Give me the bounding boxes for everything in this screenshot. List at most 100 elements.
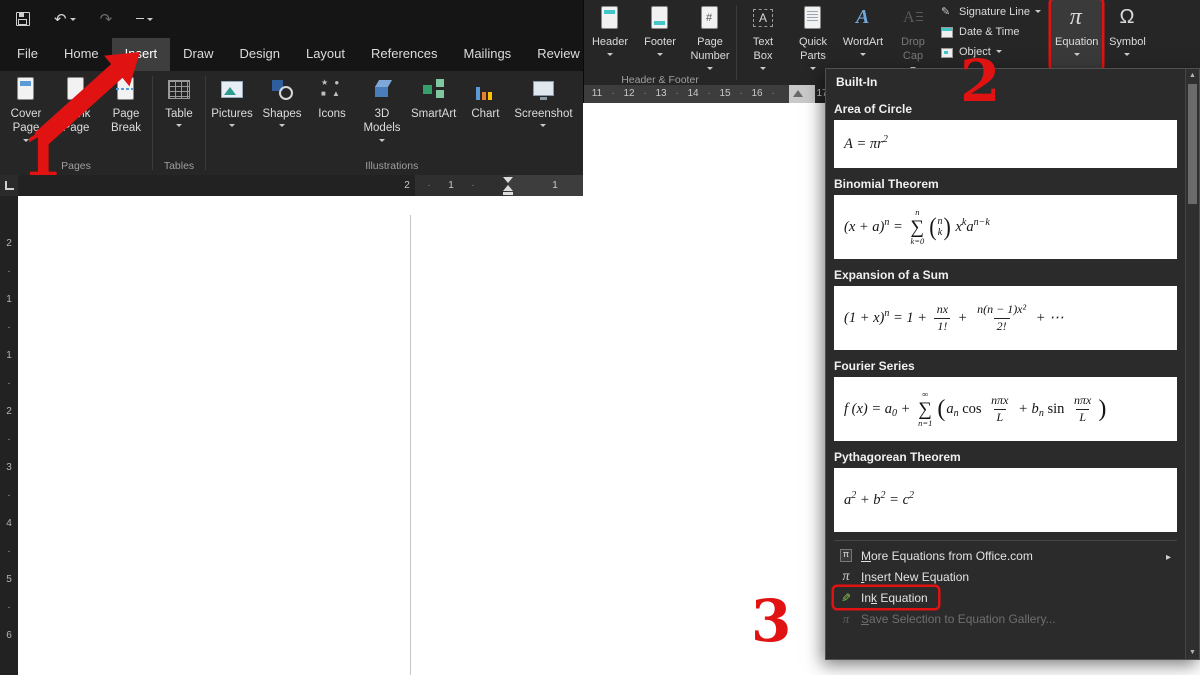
ribbon-group-pages: CoverPageBlankPagePageBreakPages [0, 71, 152, 175]
chart-button[interactable]: Chart [460, 71, 510, 159]
ruler-mark: · [643, 85, 646, 103]
ribbon-group-header-footer: HeaderFooterPageNumberHeader & Footer [584, 0, 736, 85]
equation-item-binomial-theorem[interactable]: (x + a)n = n∑k=0(nk) xkan−k [834, 195, 1177, 259]
pictures-button[interactable]: Pictures [207, 71, 257, 159]
3d-models-button[interactable]: 3DModels [357, 71, 407, 159]
scrollbar-thumb[interactable] [1188, 84, 1197, 204]
chevron-down-icon [1035, 10, 1041, 16]
quick-parts-button[interactable]: QuickParts [788, 0, 838, 73]
chevron-down-icon [70, 18, 76, 24]
chevron-down-icon [860, 53, 866, 59]
smartart-button[interactable]: SmartArt [407, 71, 460, 159]
ruler-vertical[interactable]: 2·1·1·2·3·4·5·6 [0, 196, 18, 675]
equation-item-area-of-circle[interactable]: A = πr2 [834, 120, 1177, 168]
document-canvas[interactable] [18, 196, 583, 675]
undo-icon [54, 12, 67, 27]
customize-quick-access-button[interactable] [136, 15, 153, 24]
page-number-button[interactable]: PageNumber [685, 0, 735, 73]
equation-item-fourier-series[interactable]: f (x) = a0 + ∞∑n=1(an cos nπxL + bn sin … [834, 377, 1177, 441]
more-equations-from-office-com-menu-item[interactable]: More Equations from Office.com [834, 545, 1177, 566]
page-number-icon [696, 5, 724, 32]
symbol-button[interactable]: Symbol [1102, 0, 1152, 69]
chevron-down-icon [1124, 53, 1130, 59]
scroll-down-icon[interactable] [1186, 646, 1199, 659]
first-line-indent-marker[interactable] [503, 177, 513, 183]
ruler-mark: 2 [404, 175, 410, 196]
ruler-mark: 4 [6, 510, 12, 538]
tab-selector-icon [5, 181, 14, 190]
redo-button[interactable] [100, 12, 113, 27]
save-button[interactable] [16, 12, 30, 26]
wordart-button[interactable]: WordArt [838, 0, 888, 73]
equation-section-label: Expansion of a Sum [834, 268, 1177, 283]
icons-button[interactable]: Icons [307, 71, 357, 159]
ruler-mark: · [471, 175, 474, 196]
ruler-mark: 11 [592, 85, 602, 103]
chart-icon [471, 76, 499, 103]
tab-home[interactable]: Home [51, 38, 112, 71]
tab-insert[interactable]: Insert [112, 38, 171, 71]
blank-page-button[interactable]: BlankPage [51, 71, 101, 159]
cover-page-button[interactable]: CoverPage [1, 71, 51, 159]
window-left: FileHomeInsertDrawDesignLayoutReferences… [0, 0, 583, 675]
symbol-icon [1113, 5, 1141, 32]
hanging-indent-marker[interactable] [503, 185, 513, 191]
gallery-header: Built-In [826, 69, 1199, 91]
ruler-mark: · [739, 85, 742, 103]
gallery-scrollbar[interactable] [1185, 69, 1199, 659]
header-button[interactable]: Header [585, 0, 635, 73]
ruler-mark: · [7, 482, 10, 510]
drop-cap-button[interactable]: DropCap [888, 0, 938, 73]
shapes-button[interactable]: Shapes [257, 71, 307, 159]
ruler-text-segment [508, 175, 583, 196]
ribbon-left: CoverPageBlankPagePageBreakPagesTableTab… [0, 71, 583, 175]
ruler-mark: 1 [6, 342, 12, 370]
insert-new-equation-menu-item[interactable]: Insert New Equation [834, 566, 1177, 587]
gallery-pi-icon [838, 548, 854, 563]
date-time-button[interactable]: Date & Time [940, 23, 1046, 40]
equation-button[interactable]: Equation [1051, 0, 1102, 69]
ruler-mark: 1 [6, 286, 12, 314]
ribbon-group-tables: TableTables [153, 71, 205, 175]
date-time-icon [940, 25, 954, 39]
header-icon [596, 5, 624, 32]
ruler-horizontal-left[interactable]: 2·1·1 [18, 175, 583, 196]
ruler-mark: · [675, 85, 678, 103]
ruler-mark: 13 [655, 85, 666, 103]
pictures-icon [218, 76, 246, 103]
text-box-button[interactable]: TextBox [738, 0, 788, 73]
right-indent-marker[interactable] [793, 90, 803, 97]
ink-equation-menu-item[interactable]: Ink Equation [834, 587, 938, 608]
tab-stop-selector[interactable] [0, 175, 18, 196]
left-indent-marker[interactable] [503, 192, 513, 195]
scroll-up-icon[interactable] [1186, 69, 1199, 82]
tab-references[interactable]: References [358, 38, 450, 71]
ruler-mark: · [611, 85, 614, 103]
screenshot-button[interactable]: Screenshot [510, 71, 576, 159]
footer-button[interactable]: Footer [635, 0, 685, 73]
ruler-mark: 14 [687, 85, 698, 103]
signature-line-button[interactable]: Signature Line [940, 3, 1046, 20]
table-button[interactable]: Table [154, 71, 204, 159]
pi-icon [838, 569, 854, 584]
cover-page-icon [12, 76, 40, 103]
tab-layout[interactable]: Layout [293, 38, 358, 71]
tab-draw[interactable]: Draw [170, 38, 226, 71]
chevron-down-icon [607, 53, 613, 59]
equation-item-pythagorean-theorem[interactable]: a2 + b2 = c2 [834, 468, 1177, 532]
equation-section-label: Binomial Theorem [834, 177, 1177, 192]
ruler-mark: · [771, 85, 774, 103]
equation-item-expansion-of-a-sum[interactable]: (1 + x)n = 1 + nx1! + n(n − 1)x²2! + ⋯ [834, 286, 1177, 350]
chevron-down-icon [1074, 53, 1080, 59]
quick-access-toolbar [0, 12, 153, 27]
page-break-button[interactable]: PageBreak [101, 71, 151, 159]
tab-mailings[interactable]: Mailings [451, 38, 525, 71]
undo-button[interactable] [54, 12, 76, 27]
text-box-icon [749, 5, 777, 32]
ruler-mark: 16 [751, 85, 762, 103]
tab-file[interactable]: File [4, 38, 51, 71]
table-icon [165, 76, 193, 103]
tab-design[interactable]: Design [227, 38, 293, 71]
chevron-down-icon [279, 124, 285, 130]
object-button[interactable]: Object [940, 43, 1046, 60]
